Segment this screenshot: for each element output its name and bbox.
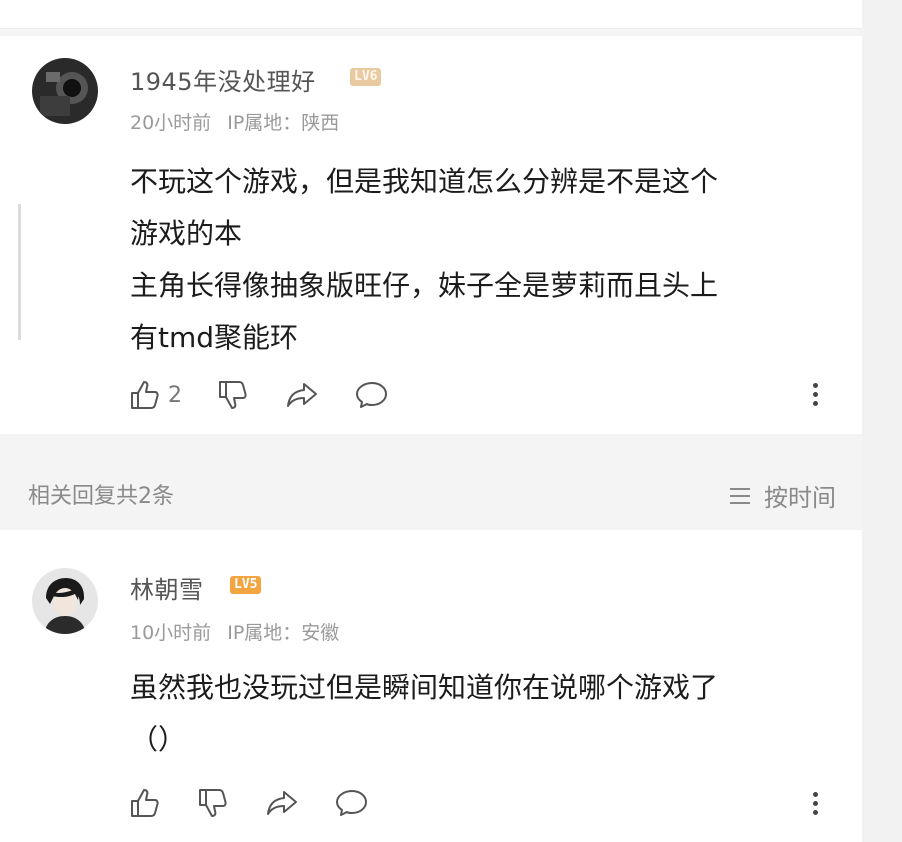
action-bar: 2 [128, 378, 424, 412]
like-icon [131, 381, 159, 409]
content-line: 虽然我也没玩过但是瞬间知道你在说哪个游戏了 [130, 671, 719, 704]
timestamp: 10小时前 [130, 622, 212, 644]
like-button[interactable] [128, 786, 162, 820]
share-button[interactable] [284, 378, 320, 412]
more-icon[interactable] [813, 383, 819, 410]
replies-count: 相关回复共2条 [28, 484, 174, 509]
like-icon [131, 789, 159, 817]
avatar[interactable] [32, 568, 98, 634]
like-count: 2 [168, 382, 182, 408]
reply-button[interactable] [354, 378, 390, 412]
previous-card-edge [0, 0, 862, 29]
username[interactable]: 林朝雪 [130, 570, 204, 605]
ip-label: IP属地： [227, 112, 302, 134]
comment-meta: 10小时前 IP属地：安徽 [130, 618, 339, 645]
share-icon [267, 791, 297, 815]
share-button[interactable] [264, 786, 300, 820]
main-comment-card: 1945年没处理好 LV6 20小时前 IP属地：陕西 不玩这个游戏，但是我知道… [0, 36, 862, 434]
content-line: 游戏的本 [130, 217, 243, 250]
ip-location: 安徽 [301, 622, 340, 644]
share-icon [287, 383, 317, 407]
content-line: 有tmd聚能环 [130, 321, 299, 354]
comment-meta: 20小时前 IP属地：陕西 [130, 108, 339, 135]
sort-label: 按时间 [764, 484, 836, 512]
like-button[interactable]: 2 [128, 378, 182, 412]
dislike-button[interactable] [216, 378, 250, 412]
avatar[interactable] [32, 58, 98, 124]
dislike-button[interactable] [196, 786, 230, 820]
quote-bar [18, 204, 21, 340]
comment-icon [356, 382, 387, 408]
sort-by-time[interactable]: 按时间 [728, 478, 836, 513]
reply-content: 虽然我也没玩过但是瞬间知道你在说哪个游戏了 （） [130, 662, 830, 766]
reply-button[interactable] [334, 786, 370, 820]
timestamp: 20小时前 [130, 112, 212, 134]
comment-content: 不玩这个游戏，但是我知道怎么分辨是不是这个 游戏的本 主角长得像抽象版旺仔，妹子… [130, 156, 830, 364]
username[interactable]: 1945年没处理好 [130, 62, 316, 97]
dislike-icon [219, 381, 247, 409]
content-line: 主角长得像抽象版旺仔，妹子全是萝莉而且头上 [130, 269, 719, 302]
level-badge: LV6 [350, 68, 382, 86]
dislike-icon [199, 789, 227, 817]
action-bar [128, 786, 404, 820]
ip-location: 陕西 [301, 112, 340, 134]
ip-label: IP属地： [227, 622, 302, 644]
content-line: （） [130, 723, 187, 756]
menu-icon [730, 487, 750, 504]
level-badge: LV5 [230, 576, 262, 594]
more-icon[interactable] [813, 792, 819, 819]
comment-icon [336, 790, 367, 816]
reply-card: 林朝雪 LV5 10小时前 IP属地：安徽 虽然我也没玩过但是瞬间知道你在说哪个… [0, 530, 862, 842]
right-scroll-area [862, 0, 902, 842]
content-line: 不玩这个游戏，但是我知道怎么分辨是不是这个 [130, 165, 719, 198]
